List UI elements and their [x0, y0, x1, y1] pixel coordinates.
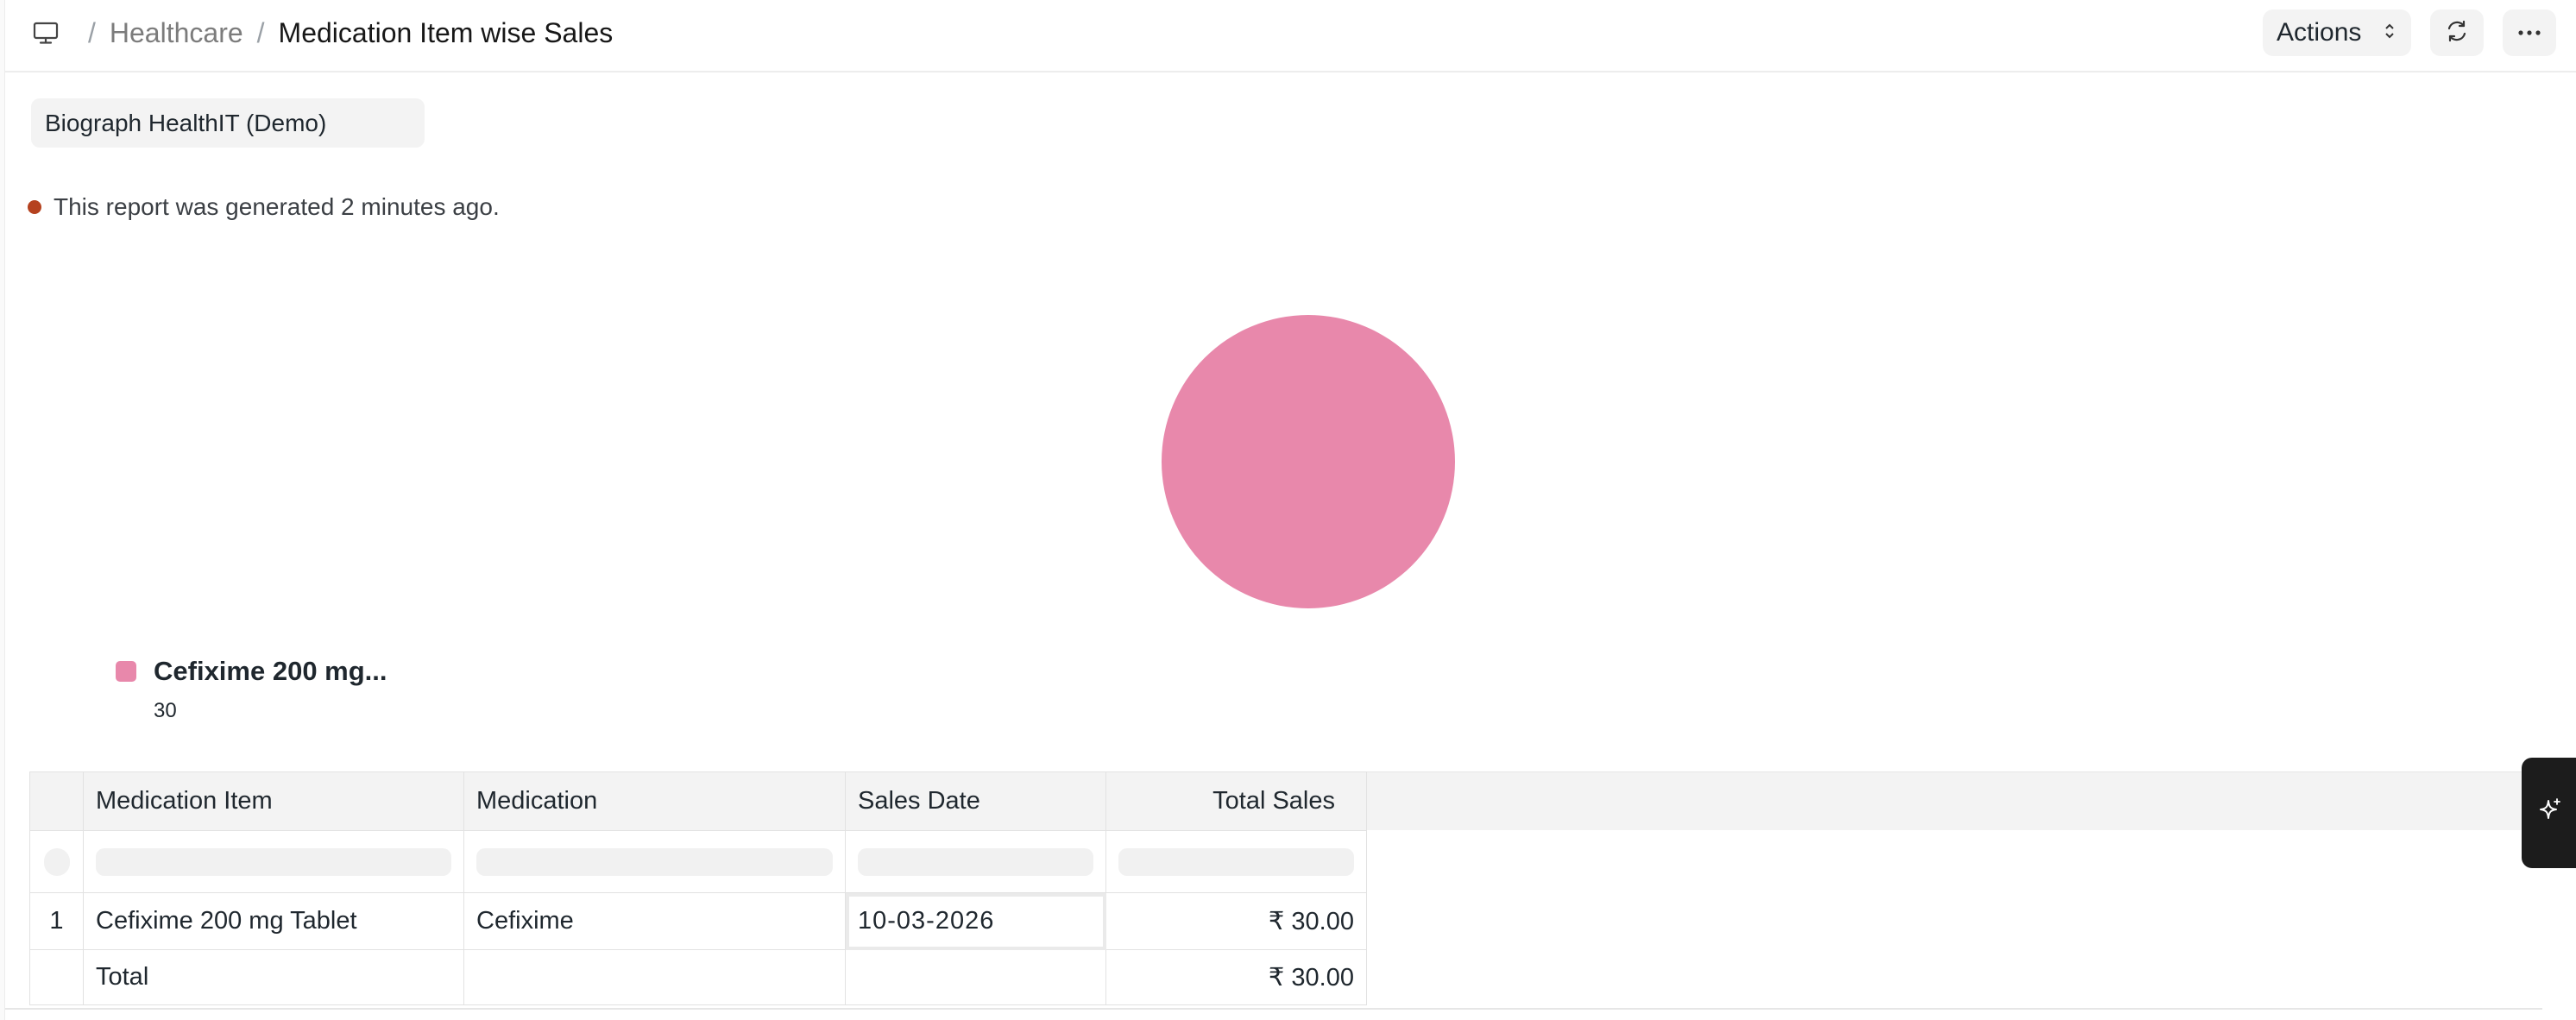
- company-filter-value: Biograph HealthIT (Demo): [45, 109, 327, 136]
- legend-value: 30: [154, 699, 177, 722]
- table-filter-row: [29, 830, 1367, 893]
- actions-label: Actions: [2277, 18, 2362, 47]
- total-sales-value: ₹ 30.00: [1105, 949, 1367, 1005]
- cell-sales-date[interactable]: 10-03-2026: [845, 892, 1106, 950]
- legend-swatch: [116, 661, 136, 682]
- page-title: Medication Item wise Sales: [278, 16, 614, 48]
- total-empty-cell: [845, 949, 1106, 1005]
- filter-checkbox[interactable]: [43, 847, 70, 876]
- filter-cell-sales-date: [845, 830, 1106, 893]
- actions-button[interactable]: Actions: [2263, 9, 2411, 56]
- filter-cell-total-sales: [1105, 830, 1367, 893]
- breadcrumb-healthcare[interactable]: Healthcare: [110, 17, 243, 49]
- filter-cell-index: [29, 830, 84, 893]
- refresh-icon: [2444, 18, 2470, 48]
- row-index: 1: [29, 892, 84, 950]
- total-index-cell: [29, 949, 84, 1005]
- company-filter[interactable]: Biograph HealthIT (Demo): [31, 98, 425, 148]
- pie-slice[interactable]: [1162, 315, 1455, 608]
- ai-assistant-button[interactable]: [2522, 758, 2576, 868]
- column-header-medication-item[interactable]: Medication Item: [83, 771, 464, 831]
- filter-cell-medication-item: [83, 830, 464, 893]
- refresh-button[interactable]: [2430, 9, 2484, 56]
- desktop-icon[interactable]: [31, 18, 60, 47]
- chart-legend: Cefixime 200 mg... 30: [116, 656, 387, 723]
- report-page: / Healthcare / Medication Item wise Sale…: [0, 0, 2576, 1020]
- page-header: / Healthcare / Medication Item wise Sale…: [5, 0, 2576, 72]
- breadcrumb-separator: /: [256, 16, 265, 48]
- table-row[interactable]: 1 Cefixime 200 mg Tablet Cefixime 10-03-…: [29, 892, 1367, 950]
- filter-cell-medication: [463, 830, 846, 893]
- table-header-row: Medication Item Medication Sales Date To…: [29, 771, 1367, 831]
- cell-medication-item[interactable]: Cefixime 200 mg Tablet: [83, 892, 464, 950]
- legend-label: Cefixime 200 mg...: [154, 656, 387, 686]
- cell-medication[interactable]: Cefixime: [463, 892, 846, 950]
- report-status: This report was generated 2 minutes ago.: [28, 192, 500, 223]
- filter-input-total-sales[interactable]: [1118, 847, 1354, 876]
- table-bottom-border: [5, 1008, 2542, 1010]
- cell-total-sales[interactable]: ₹ 30.00: [1105, 892, 1367, 950]
- report-table: Medication Item Medication Sales Date To…: [29, 771, 1367, 1005]
- sparkle-icon: [2535, 796, 2565, 830]
- column-header-medication[interactable]: Medication: [463, 771, 846, 831]
- column-header-total-sales[interactable]: Total Sales: [1105, 771, 1367, 831]
- legend-item[interactable]: Cefixime 200 mg...: [116, 656, 387, 687]
- total-empty-cell: [463, 949, 846, 1005]
- status-message: This report was generated 2 minutes ago.: [54, 193, 500, 220]
- pie-chart: [1162, 315, 1455, 608]
- total-label: Total: [83, 949, 464, 1005]
- table-total-row: Total ₹ 30.00: [29, 949, 1367, 1005]
- chevron-up-down-icon: [2384, 18, 2396, 47]
- breadcrumb-separator: /: [88, 16, 96, 48]
- breadcrumb: / Healthcare / Medication Item wise Sale…: [31, 14, 613, 52]
- filter-input-sales-date[interactable]: [858, 847, 1093, 876]
- more-options-button[interactable]: [2503, 9, 2556, 56]
- more-horizontal-icon: [2516, 25, 2542, 41]
- status-dot: [28, 200, 41, 214]
- filter-input-medication[interactable]: [476, 847, 833, 876]
- filter-input-medication-item[interactable]: [96, 847, 451, 876]
- column-header-sales-date[interactable]: Sales Date: [845, 771, 1106, 831]
- row-index-header: [29, 771, 84, 831]
